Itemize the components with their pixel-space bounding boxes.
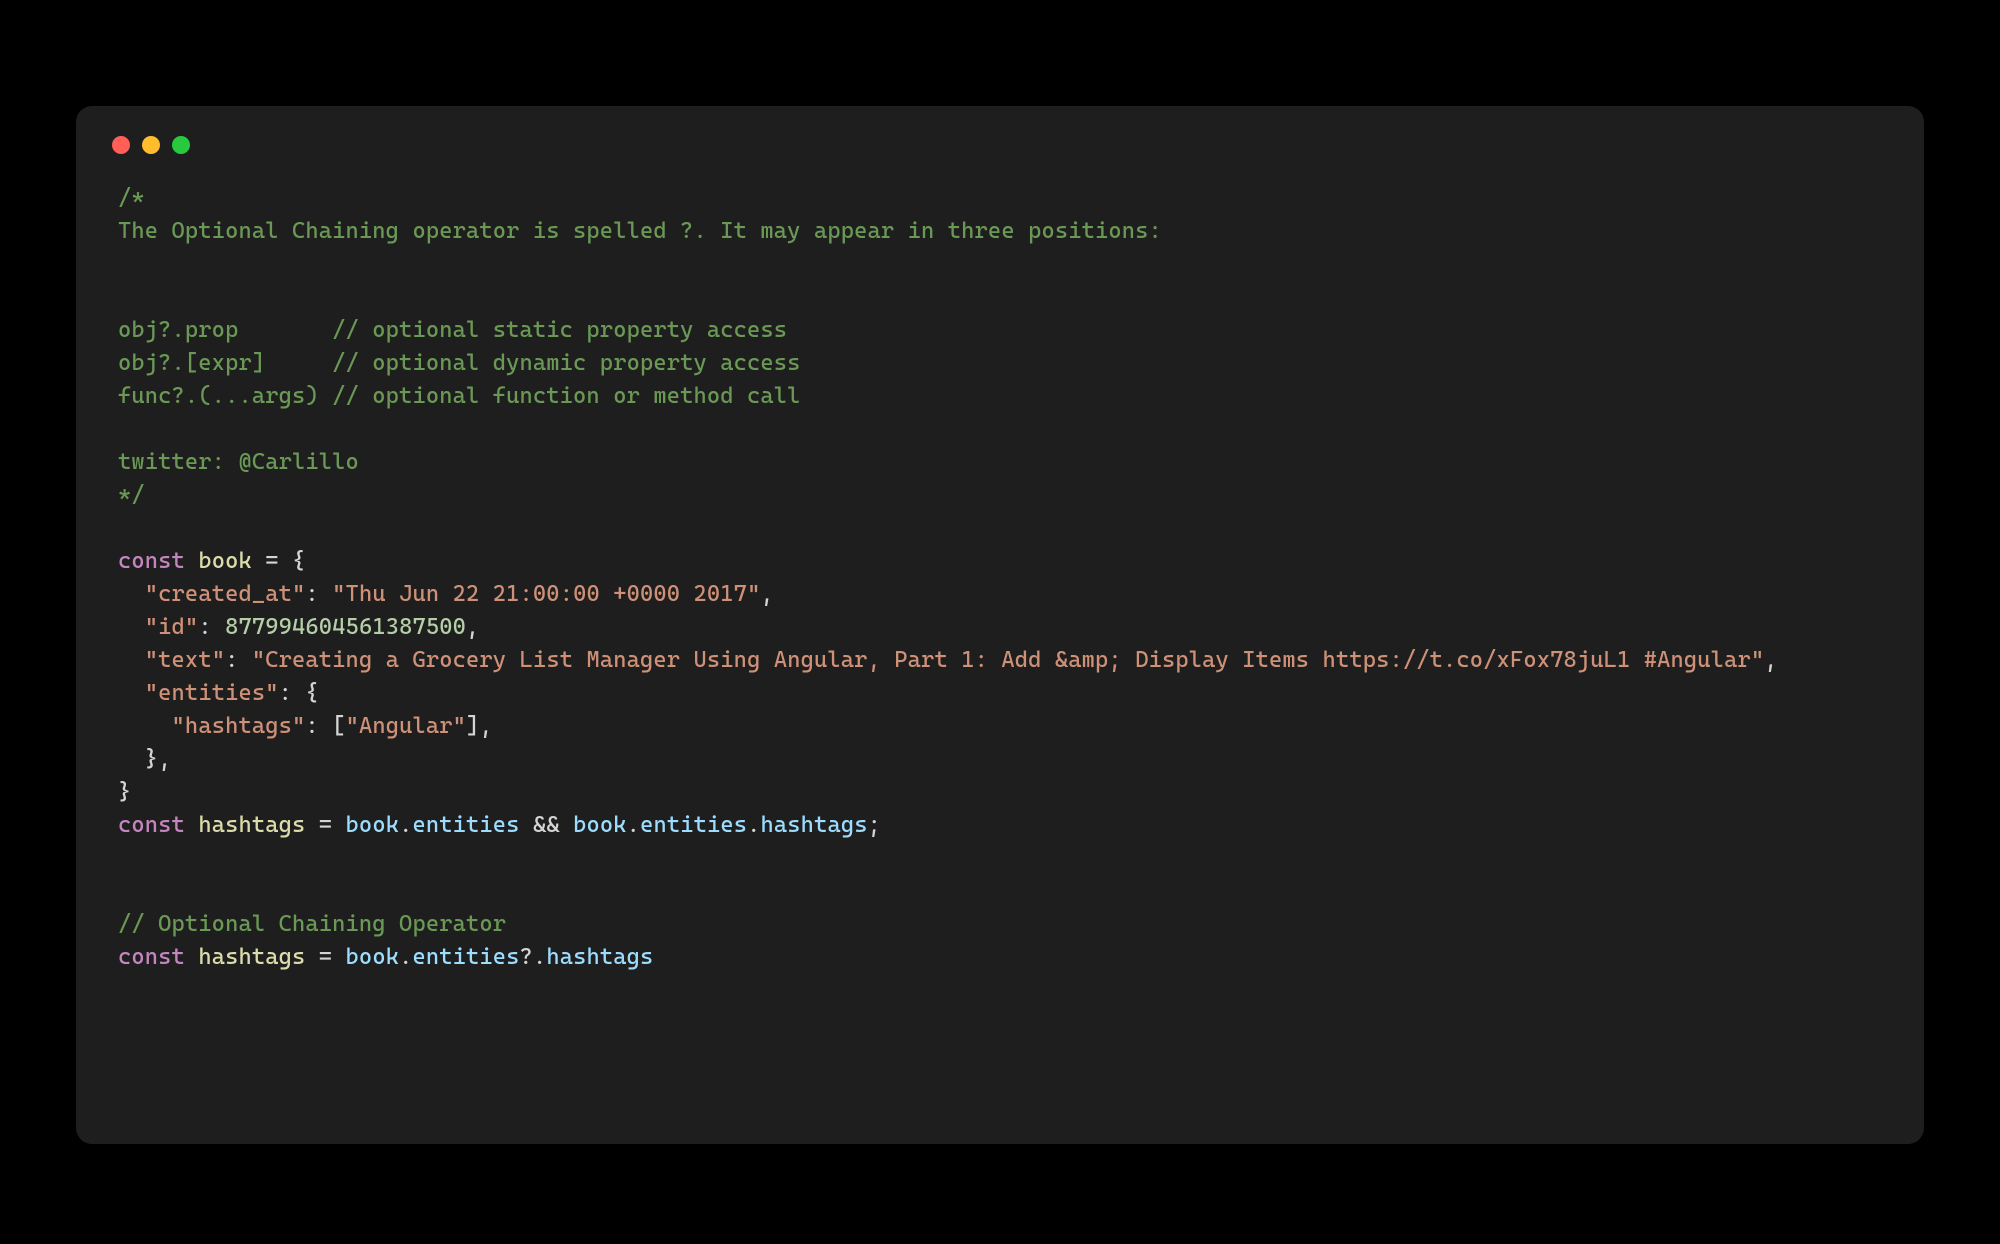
- identifier: book: [198, 548, 252, 574]
- comment-line: // Optional Chaining Operator: [118, 911, 506, 937]
- dot: .: [399, 812, 412, 838]
- colon: :: [305, 713, 332, 739]
- close-icon[interactable]: [112, 136, 130, 154]
- identifier: book: [346, 812, 400, 838]
- property: entities: [640, 812, 747, 838]
- object-key: "entities": [145, 680, 279, 706]
- comma: ,: [479, 713, 492, 739]
- bracket: ]: [466, 713, 479, 739]
- object-key: "text": [145, 647, 225, 673]
- operator: =: [305, 812, 345, 838]
- dot: .: [747, 812, 760, 838]
- property: entities: [412, 812, 519, 838]
- string-value: "Angular": [346, 713, 466, 739]
- colon: :: [305, 581, 332, 607]
- traffic-lights: [112, 136, 1882, 154]
- brace: {: [292, 548, 305, 574]
- comment-open: /*: [118, 185, 145, 211]
- comment-line: obj?.prop // optional static property ac…: [118, 317, 787, 343]
- dot: .: [399, 944, 412, 970]
- object-key: "id": [145, 614, 199, 640]
- identifier: book: [346, 944, 400, 970]
- comment-line: obj?.[expr] // optional dynamic property…: [118, 350, 801, 376]
- minimize-icon[interactable]: [142, 136, 160, 154]
- semicolon: ;: [868, 812, 881, 838]
- comment-line: twitter: @Carlillo: [118, 449, 359, 475]
- code-block: /* The Optional Chaining operator is spe…: [118, 182, 1882, 974]
- operator: =: [305, 944, 345, 970]
- keyword-const: const: [118, 812, 185, 838]
- identifier: hashtags: [198, 812, 305, 838]
- comment-line: The Optional Chaining operator is spelle…: [118, 218, 1162, 244]
- identifier: hashtags: [198, 944, 305, 970]
- comma: ,: [466, 614, 479, 640]
- bracket: [: [332, 713, 345, 739]
- colon: :: [279, 680, 306, 706]
- brace: }: [145, 746, 158, 772]
- keyword-const: const: [118, 548, 185, 574]
- comma: ,: [760, 581, 773, 607]
- comma: ,: [158, 746, 171, 772]
- code-window: /* The Optional Chaining operator is spe…: [76, 106, 1924, 1144]
- string-value: "Thu Jun 22 21:00:00 +0000 2017": [332, 581, 760, 607]
- brace: {: [305, 680, 318, 706]
- comment-line: func?.(...args) // optional function or …: [118, 383, 801, 409]
- property: hashtags: [546, 944, 653, 970]
- object-key: "created_at": [145, 581, 306, 607]
- comment-close: */: [118, 482, 145, 508]
- maximize-icon[interactable]: [172, 136, 190, 154]
- dot: .: [627, 812, 640, 838]
- optional-chain: ?.: [520, 944, 547, 970]
- brace: }: [118, 779, 131, 805]
- operator: =: [252, 548, 292, 574]
- object-key: "hashtags": [172, 713, 306, 739]
- property: entities: [412, 944, 519, 970]
- property: hashtags: [761, 812, 868, 838]
- colon: :: [225, 647, 252, 673]
- identifier: book: [573, 812, 627, 838]
- operator: &&: [533, 812, 560, 838]
- colon: :: [198, 614, 225, 640]
- number-value: 877994604561387500: [225, 614, 466, 640]
- comma: ,: [1764, 647, 1777, 673]
- string-value: "Creating a Grocery List Manager Using A…: [252, 647, 1764, 673]
- keyword-const: const: [118, 944, 185, 970]
